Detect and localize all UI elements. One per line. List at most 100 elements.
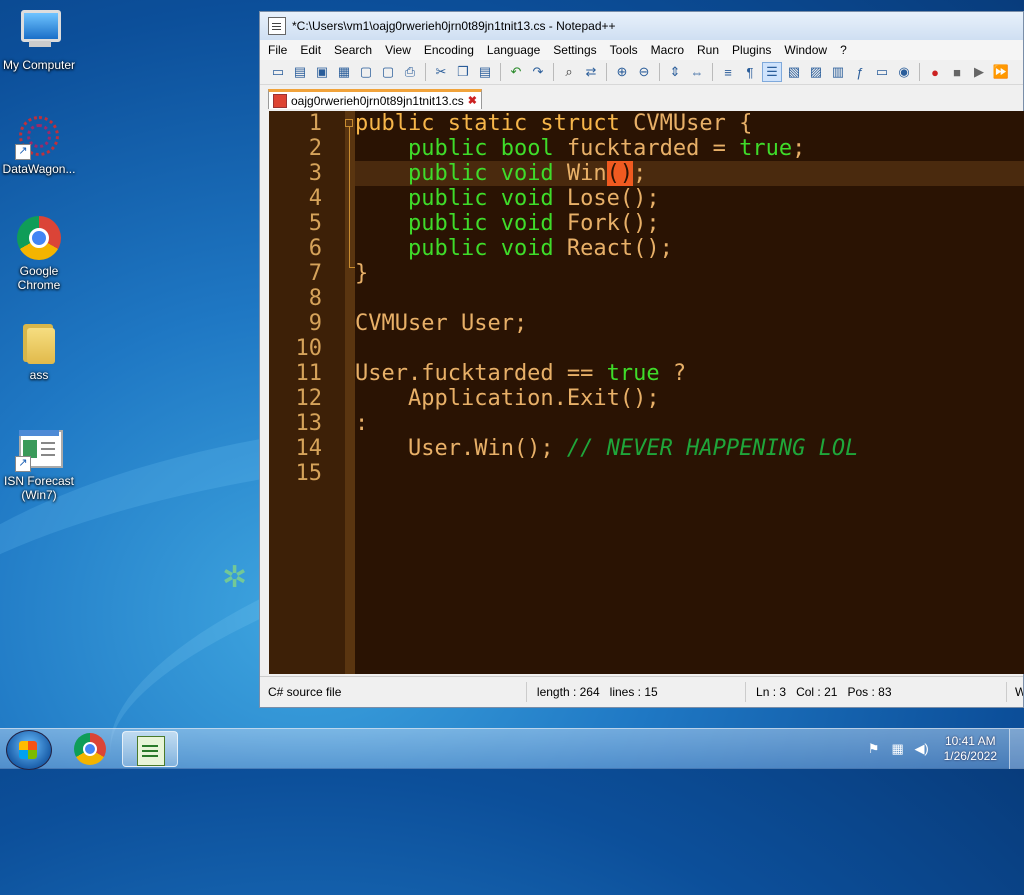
new-file-icon[interactable]: ▭	[268, 62, 288, 82]
zoom-in-icon[interactable]: ⊕	[612, 62, 632, 82]
menu-search[interactable]: Search	[334, 43, 372, 57]
window-title: *C:\Users\vm1\oajg0rwerieh0jrn0t89jn1tni…	[292, 19, 616, 33]
line-number: 3	[308, 161, 322, 186]
menu-run[interactable]: Run	[697, 43, 719, 57]
toolbar-separator	[500, 63, 501, 81]
tab-current-file[interactable]: oajg0rwerieh0jrn0t89jn1tnit13.cs ✖	[268, 89, 482, 109]
taskbar: ⚑ ▦ ◀) 10:41 AM 1/26/2022	[0, 728, 1024, 770]
folder-icon	[15, 318, 63, 366]
desktop-icon-datawagon[interactable]: ↗ DataWagon...	[0, 112, 79, 176]
unsaved-file-icon	[273, 93, 287, 108]
folder-workspace-icon[interactable]: ƒ	[850, 62, 870, 82]
fold-toggle-icon[interactable]	[345, 119, 353, 127]
zoom-out-icon[interactable]: ⊖	[634, 62, 654, 82]
udl-icon[interactable]: ▧	[784, 62, 804, 82]
status-position: Ln : 3 Col : 21 Pos : 83	[746, 682, 1007, 702]
cut-icon[interactable]: ✂	[431, 62, 451, 82]
code-line: public void Fork();	[407, 211, 660, 236]
replace-icon[interactable]: ⇄	[581, 62, 601, 82]
application-window-icon: ↗	[15, 424, 63, 472]
system-tray: ⚑ ▦ ◀) 10:41 AM 1/26/2022	[866, 729, 1024, 769]
desktop-icon-label: My Computer	[2, 58, 76, 72]
fold-line	[349, 127, 350, 267]
volume-icon[interactable]: ◀)	[914, 741, 930, 757]
desktop-icon-isn-forecast[interactable]: ↗ ISN Forecast (Win7)	[0, 424, 79, 502]
menu-help[interactable]: ?	[840, 43, 847, 57]
show-desktop-button[interactable]	[1009, 729, 1024, 769]
network-web-icon: ↗	[15, 112, 63, 160]
notepadpp-window[interactable]: *C:\Users\vm1\oajg0rwerieh0jrn0t89jn1tni…	[259, 11, 1024, 708]
action-center-flag-icon[interactable]: ⚑	[866, 741, 882, 757]
menu-plugins[interactable]: Plugins	[732, 43, 771, 57]
code-editor[interactable]: 1 public static struct CVMUser { 2 public…	[269, 111, 1024, 674]
save-icon[interactable]: ▣	[312, 62, 332, 82]
code-line: User.fucktarded == true ?	[355, 361, 687, 386]
status-length-lines: length : 264 lines : 15	[527, 682, 747, 702]
line-number: 8	[308, 286, 322, 311]
print-icon[interactable]: ⎙	[400, 62, 420, 82]
clock[interactable]: 10:41 AM 1/26/2022	[944, 734, 997, 764]
line-number: 10	[295, 336, 323, 361]
doc-list-icon[interactable]: ▭	[872, 62, 892, 82]
sync-vertical-icon[interactable]: ⇕	[665, 62, 685, 82]
menubar: File Edit Search View Encoding Language …	[260, 40, 1023, 60]
toolbar-separator	[919, 63, 920, 81]
show-all-chars-icon[interactable]: ¶	[740, 62, 760, 82]
stop-macro-icon[interactable]: ■	[947, 62, 967, 82]
line-number: 13	[295, 411, 323, 436]
save-all-icon[interactable]: ▦	[334, 62, 354, 82]
close-all-icon[interactable]: ▢	[378, 62, 398, 82]
monitoring-icon[interactable]: ◉	[894, 62, 914, 82]
menu-encoding[interactable]: Encoding	[424, 43, 474, 57]
notepadpp-icon	[137, 736, 165, 766]
open-file-icon[interactable]: ▤	[290, 62, 310, 82]
menu-edit[interactable]: Edit	[300, 43, 321, 57]
indent-guide-icon[interactable]: ☰	[762, 62, 782, 82]
play-macro-icon[interactable]: ▶	[969, 62, 989, 82]
desktop-icon-ass-folder[interactable]: ass	[0, 318, 79, 382]
doc-map-icon[interactable]: ▨	[806, 62, 826, 82]
menu-language[interactable]: Language	[487, 43, 540, 57]
fold-margin	[345, 111, 355, 674]
run-macro-multiple-icon[interactable]: ⏩	[991, 62, 1011, 82]
code-line: }	[355, 261, 369, 286]
taskbar-notepadpp-button[interactable]	[122, 731, 178, 767]
start-button[interactable]	[6, 730, 52, 770]
status-lines: lines : 15	[609, 685, 658, 699]
menu-settings[interactable]: Settings	[553, 43, 596, 57]
chrome-icon	[17, 216, 61, 260]
line-number: 9	[308, 311, 322, 336]
desktop-icon-my-computer[interactable]: My Computer	[0, 8, 79, 72]
window-titlebar[interactable]: *C:\Users\vm1\oajg0rwerieh0jrn0t89jn1tni…	[260, 12, 1023, 40]
desktop-icon-google-chrome[interactable]: Google Chrome	[0, 214, 79, 292]
code-line: User.Win(); // NEVER HAPPENING LOL	[355, 436, 859, 461]
code-line: CVMUser User;	[355, 311, 528, 336]
paste-icon[interactable]: ▤	[475, 62, 495, 82]
undo-icon[interactable]: ↶	[506, 62, 526, 82]
wallpaper-leaf: ✲	[222, 561, 248, 594]
menu-macro[interactable]: Macro	[651, 43, 684, 57]
redo-icon[interactable]: ↷	[528, 62, 548, 82]
record-macro-icon[interactable]: ●	[925, 62, 945, 82]
line-number: 11	[295, 361, 323, 386]
tab-close-icon[interactable]: ✖	[468, 94, 477, 107]
taskbar-chrome-button[interactable]	[62, 731, 118, 767]
close-icon[interactable]: ▢	[356, 62, 376, 82]
copy-icon[interactable]: ❐	[453, 62, 473, 82]
chrome-icon	[74, 733, 106, 765]
network-icon[interactable]: ▦	[890, 741, 906, 757]
line-number: 12	[295, 386, 323, 411]
word-wrap-icon[interactable]: ≡	[718, 62, 738, 82]
function-list-icon[interactable]: ▥	[828, 62, 848, 82]
desktop-icon-label: DataWagon...	[2, 162, 76, 176]
menu-window[interactable]: Window	[784, 43, 827, 57]
status-language: C# source file	[260, 682, 527, 702]
menu-view[interactable]: View	[385, 43, 411, 57]
menu-tools[interactable]: Tools	[610, 43, 638, 57]
menu-file[interactable]: File	[268, 43, 287, 57]
status-length: length : 264	[536, 685, 600, 699]
sync-horizontal-icon[interactable]: ⇔	[687, 62, 707, 82]
find-icon[interactable]: ⌕	[559, 62, 579, 82]
toolbar-separator	[712, 63, 713, 81]
code-line: :	[355, 411, 369, 436]
